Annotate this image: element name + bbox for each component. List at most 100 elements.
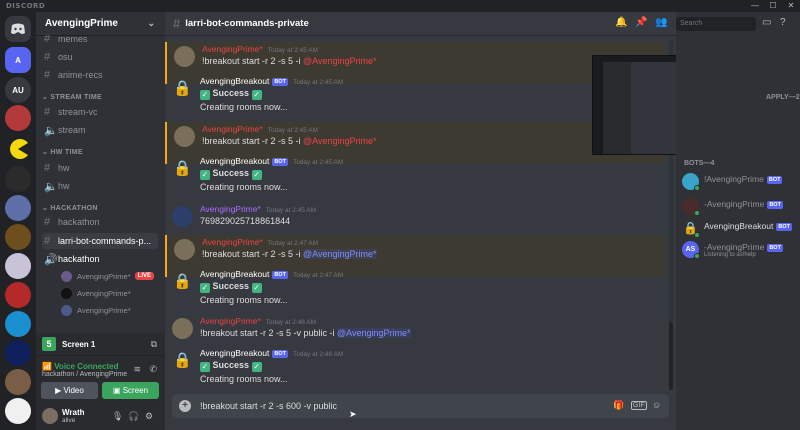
bot-badge: BOT (767, 201, 783, 209)
category-hw-time[interactable]: ⌄ HW TIME (42, 148, 83, 156)
message[interactable]: 🔒 AvengingBreakout BOT Today at 2:48 AM ✓ … (165, 346, 665, 388)
server-icon-7[interactable] (5, 311, 31, 337)
author-name[interactable]: AvengingBreakout (200, 348, 269, 358)
mention[interactable]: @AvengingPrime* (303, 136, 377, 146)
popout-icon[interactable]: ⧉ (151, 339, 157, 350)
channel-anime-recs[interactable]: # anime-recs (44, 67, 160, 83)
message[interactable]: 🔒 AvengingBreakout BOT Today at 2:45 AM ✓ … (165, 154, 665, 196)
server-icon-4[interactable] (5, 224, 31, 250)
message-text: Success (212, 360, 250, 370)
gear-icon[interactable]: ⚙ (145, 411, 153, 422)
avatar[interactable] (172, 206, 193, 227)
member-list: Search ▭ ? APPLY—2 BOTS—4 !AvengingPrime… (676, 12, 800, 430)
lock-icon: 🔒 (173, 160, 192, 177)
pin-icon[interactable]: 📌 (635, 17, 647, 28)
bot-badge: BOT (272, 350, 288, 358)
server-icon-au[interactable]: AU (5, 77, 31, 103)
lock-icon: 🔒 (173, 273, 192, 290)
hash-icon: # (44, 162, 51, 174)
members-icon[interactable]: 👥 (655, 17, 667, 28)
channel-hackathon-voice[interactable]: 🔊 hackathon (44, 251, 160, 267)
voice-user[interactable]: AvengingPrime* (61, 286, 131, 300)
check-icon: ✓ (251, 90, 262, 100)
close-icon[interactable]: ✕ (782, 0, 800, 12)
author-name[interactable]: AvengingPrime* (202, 124, 263, 134)
speaker-icon: 🔈 (44, 180, 58, 193)
server-icon-10[interactable] (5, 398, 31, 424)
plus-icon[interactable]: + (179, 400, 191, 412)
help-icon[interactable]: ? (780, 17, 786, 28)
channel-hw-voice[interactable]: 🔈 hw (44, 178, 160, 194)
author-name[interactable]: AvengingBreakout (200, 156, 269, 166)
mention[interactable]: @AvengingPrime* (303, 249, 377, 259)
hash-icon: # (44, 106, 51, 118)
voice-user[interactable]: AvengingPrime* (61, 303, 131, 317)
server-icon-3[interactable] (5, 195, 31, 221)
search-input[interactable]: Search (676, 17, 756, 31)
voice-user[interactable]: AvengingPrime* LIVE (61, 269, 154, 283)
message[interactable]: 🔒 AvengingBreakout BOT Today at 2:47 AM ✓ … (165, 267, 665, 309)
avatar[interactable] (172, 318, 193, 339)
author-name[interactable]: AvengingBreakout (200, 269, 269, 279)
mention[interactable]: @AvengingPrime* (303, 56, 377, 66)
screen-button[interactable]: ▣ Screen (102, 382, 159, 399)
maximize-icon[interactable]: ☐ (764, 0, 782, 12)
server-list: A AU (0, 12, 36, 430)
timestamp: Today at 2:45 AM (267, 127, 319, 134)
minimize-icon[interactable]: — (746, 0, 764, 12)
mention[interactable]: @AvengingPrime* (337, 328, 411, 338)
message-text: !breakout start -r 2 -s 5 -i (202, 249, 304, 259)
avatar[interactable] (174, 239, 195, 260)
member-item[interactable]: AS -AvengingPrime BOT Listening to as!hel… (682, 240, 798, 266)
member-item[interactable]: !AvengingPrime BOT (682, 172, 798, 192)
video-button[interactable]: ▶ Video (41, 382, 98, 399)
author-name[interactable]: AvengingPrime* (202, 237, 263, 247)
avatar[interactable] (42, 408, 58, 424)
chevron-down-icon[interactable]: ⌄ (147, 18, 155, 29)
server-icon-9[interactable] (5, 369, 31, 395)
message[interactable]: 🔒 AvengingBreakout BOT Today at 2:45 AM ✓ … (165, 74, 665, 116)
bell-icon[interactable]: 🔔 (615, 17, 627, 28)
scrollbar-thumb[interactable] (669, 322, 673, 390)
server-icon-5[interactable] (5, 253, 31, 279)
gif-icon[interactable]: GIF (631, 401, 647, 410)
server-icon-1[interactable] (5, 105, 31, 131)
message-composer[interactable]: + !breakout start -r 2 -s 600 -v public … (172, 394, 669, 418)
channel-stream-vc[interactable]: # stream-vc (44, 104, 160, 120)
channel-memes[interactable]: # memes (44, 31, 160, 47)
channel-osu[interactable]: # osu (44, 49, 160, 65)
emoji-icon[interactable]: ☺ (652, 400, 661, 410)
channel-hackathon-text[interactable]: # hackathon (44, 214, 160, 230)
author-name[interactable]: AvengingBreakout (200, 76, 269, 86)
server-icon-6[interactable] (5, 282, 31, 308)
voice-status[interactable]: 📶 Voice Connected (42, 362, 119, 371)
headphones-icon[interactable]: 🎧 (128, 411, 139, 422)
channel-stream[interactable]: 🔈 stream (44, 122, 160, 138)
gift-icon[interactable]: 🎁 (613, 400, 624, 411)
category-hackathon[interactable]: ⌄ HACKATHON (42, 204, 98, 212)
inbox-icon[interactable]: ▭ (762, 17, 771, 28)
discord-home-icon[interactable] (5, 16, 31, 42)
disconnect-icon[interactable]: ✆ (149, 364, 157, 375)
bot-badge: BOT (272, 158, 288, 166)
avatar[interactable] (174, 46, 195, 67)
check-icon: ✓ (251, 362, 262, 372)
avatar[interactable] (174, 126, 195, 147)
member-item[interactable]: -AvengingPrime BOT (682, 197, 798, 217)
check-icon: ✓ (200, 90, 210, 100)
microphone-icon[interactable]: 🎙 (112, 411, 123, 422)
channel-hw-text[interactable]: # hw (44, 160, 160, 176)
server-icon-pacman[interactable] (5, 136, 31, 162)
server-icon-8[interactable] (5, 340, 31, 366)
composer-input[interactable]: !breakout start -r 2 -s 600 -v public (200, 401, 337, 411)
server-icon-avengingprime[interactable]: A (5, 47, 31, 73)
server-icon-2[interactable] (5, 166, 31, 192)
channel-larri-bot-commands[interactable]: # larri-bot-commands-p... (42, 233, 158, 249)
author-name[interactable]: AvengingPrime* (200, 204, 261, 214)
category-stream-time[interactable]: ⌄ STREAM TIME (42, 93, 102, 101)
member-item[interactable]: 🔒 AvengingBreakout BOT (682, 219, 798, 239)
author-name[interactable]: AvengingPrime* (200, 316, 261, 326)
message-text: Success (212, 88, 250, 98)
author-name[interactable]: AvengingPrime* (202, 44, 263, 54)
noise-suppression-icon[interactable]: ≋ (133, 364, 141, 375)
